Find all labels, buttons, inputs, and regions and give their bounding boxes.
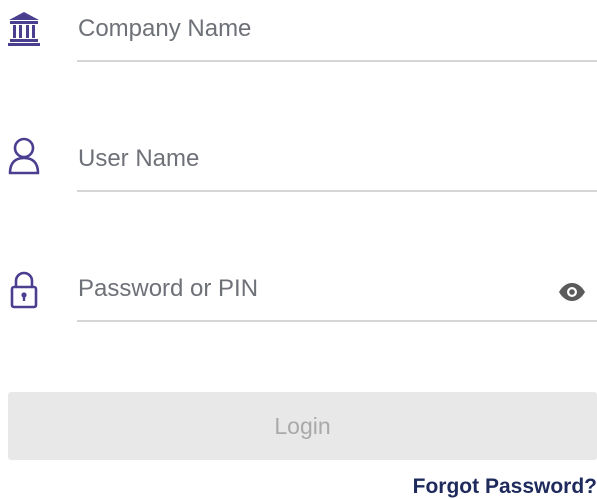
password-field [0, 262, 597, 332]
login-button[interactable]: Login [8, 392, 597, 460]
company-name-input[interactable] [78, 12, 597, 46]
forgot-password-link[interactable]: Forgot Password? [413, 474, 597, 499]
eye-icon[interactable] [557, 280, 587, 304]
company-name-field [0, 0, 597, 70]
password-underline [77, 320, 597, 322]
bank-icon [6, 8, 42, 48]
password-input[interactable] [78, 272, 538, 306]
user-icon [6, 136, 42, 176]
user-name-underline [77, 190, 597, 192]
user-name-field [0, 130, 597, 200]
lock-icon [6, 270, 42, 310]
user-name-input[interactable] [78, 142, 597, 176]
company-name-underline [77, 60, 597, 62]
